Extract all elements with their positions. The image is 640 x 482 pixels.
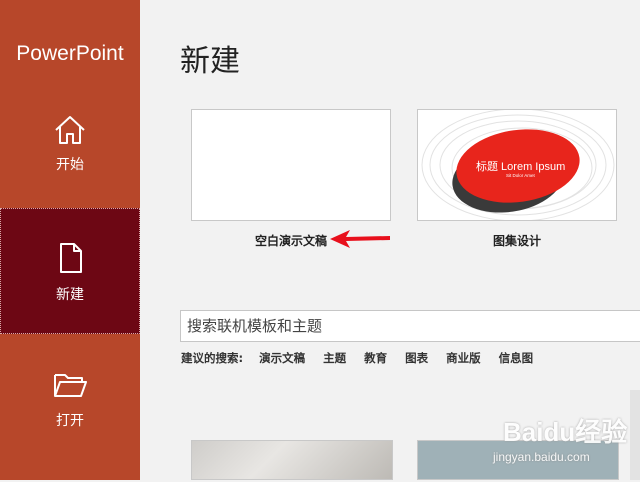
watermark-text: Baidu经验 [503, 417, 628, 447]
gallery-preview-subtitle: Sit Dolor Amet [506, 173, 535, 178]
blank-presentation-thumbnail[interactable] [191, 109, 391, 221]
sidebar-item-open[interactable]: 打开 [0, 356, 140, 482]
suggested-searches: 建议的搜索: 演示文稿 主题 教育 图表 商业版 信息图 [181, 350, 551, 366]
gallery-template-thumbnail[interactable]: 标题 Lorem Ipsum Sit Dolor Amet [417, 109, 617, 221]
suggested-tag-infographic[interactable]: 信息图 [499, 350, 534, 366]
suggested-tag-theme[interactable]: 主题 [323, 350, 346, 366]
sidebar-item-new[interactable]: 新建 [0, 208, 140, 334]
suggested-tag-presentation[interactable]: 演示文稿 [259, 350, 305, 366]
app-title: PowerPoint [16, 42, 124, 65]
suggested-tag-chart[interactable]: 图表 [405, 350, 428, 366]
sidebar: PowerPoint 开始 新建 打开 [0, 0, 140, 480]
watermark-subtext: jingyan.baidu.com [493, 450, 590, 464]
suggested-tag-education[interactable]: 教育 [364, 350, 387, 366]
sidebar-item-label: 新建 [56, 287, 84, 303]
baidu-watermark: Baidu经验 jingyan.baidu.com [485, 406, 635, 468]
red-arrow-annotation [330, 230, 390, 248]
home-icon [55, 116, 85, 144]
sidebar-item-label: 打开 [56, 413, 84, 429]
suggested-searches-label: 建议的搜索: [181, 351, 244, 365]
suggested-tag-business[interactable]: 商业版 [446, 350, 481, 366]
open-folder-icon [54, 374, 87, 397]
sidebar-item-label: 开始 [56, 157, 84, 173]
gallery-preview-title: 标题 Lorem Ipsum [476, 161, 566, 173]
search-input[interactable] [180, 310, 640, 342]
template-thumbnail[interactable] [191, 440, 393, 480]
page-title: 新建 [180, 44, 240, 79]
gallery-template-label: 图集设计 [492, 234, 541, 248]
new-file-icon [60, 243, 82, 273]
